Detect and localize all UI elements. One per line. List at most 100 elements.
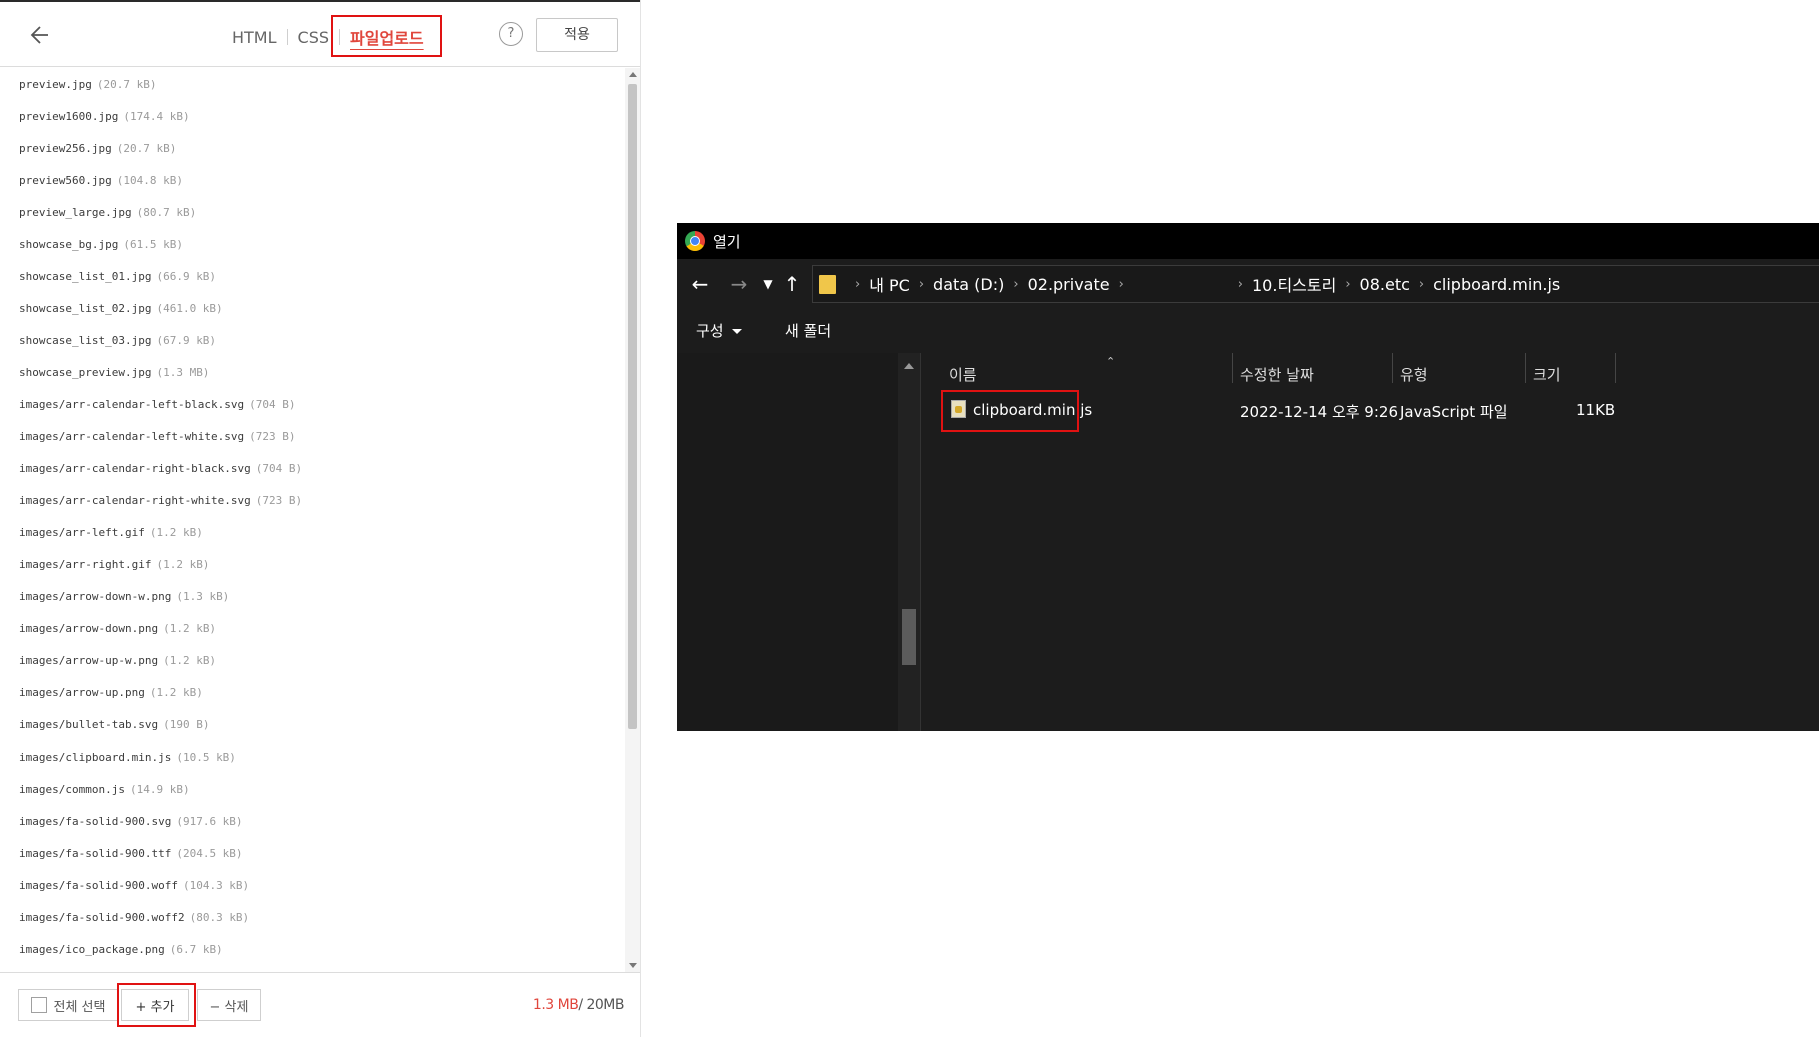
tab-css[interactable]: CSS xyxy=(288,28,339,47)
list-item[interactable]: preview1600.jpg (174.4 kB) xyxy=(0,100,625,132)
help-icon[interactable]: ? xyxy=(499,22,523,46)
file-modified: 2022-12-14 오후 9:26 xyxy=(1240,403,1398,421)
list-item[interactable]: preview256.jpg (20.7 kB) xyxy=(0,132,625,164)
list-item[interactable]: images/bullet-tab.svg (190 B) xyxy=(0,709,625,741)
chevron-right-icon[interactable]: › xyxy=(1419,277,1424,292)
file-name: images/bullet-tab.svg xyxy=(19,718,159,732)
file-name: preview_large.jpg xyxy=(19,205,132,219)
recent-locations-chevron-icon[interactable]: ▼ xyxy=(755,271,781,297)
scrollbar-thumb[interactable] xyxy=(628,84,637,729)
file-size: (67.9 kB) xyxy=(156,333,217,347)
new-folder-button[interactable]: 새 폴더 xyxy=(785,320,831,341)
list-item[interactable]: images/arr-calendar-left-black.svg (704 B… xyxy=(0,388,625,420)
address-bar[interactable]: › 내 PC › data (D:) › 02.private › › 10.티… xyxy=(812,265,1819,303)
chevron-right-icon[interactable]: › xyxy=(1345,277,1350,292)
file-size: (6.7 kB) xyxy=(169,942,223,956)
list-item[interactable]: images/arr-right.gif (1.2 kB) xyxy=(0,549,625,581)
file-name: images/ico_package.png xyxy=(19,942,165,956)
list-item[interactable]: images/fa-solid-900.woff (104.3 kB) xyxy=(0,869,625,901)
file-size: (20.7 kB) xyxy=(96,77,157,91)
file-name: images/fa-solid-900.woff xyxy=(19,878,178,892)
list-item[interactable]: images/arrow-up-w.png (1.2 kB) xyxy=(0,645,625,677)
tab-file-upload[interactable]: 파일업로드 xyxy=(340,25,434,49)
chevron-right-icon[interactable]: › xyxy=(919,277,924,292)
list-item[interactable]: preview560.jpg (104.8 kB) xyxy=(0,164,625,196)
list-item[interactable]: images/arrow-down.png (1.2 kB) xyxy=(0,613,625,645)
breadcrumb-drive[interactable]: data (D:) xyxy=(933,275,1004,294)
column-modified[interactable]: 수정한 날짜 xyxy=(1240,364,1314,385)
file-name: images/common.js xyxy=(19,782,125,796)
column-size[interactable]: 크기 xyxy=(1533,364,1561,385)
add-file-button[interactable]: + 추가 xyxy=(121,989,189,1021)
file-size: (80.7 kB) xyxy=(136,205,197,219)
file-name: showcase_list_01.jpg xyxy=(19,269,152,283)
list-item[interactable]: images/arr-calendar-left-white.svg (723 B… xyxy=(0,421,625,453)
chevron-right-icon[interactable]: › xyxy=(1013,277,1018,292)
scroll-down-icon[interactable] xyxy=(629,963,637,968)
file-row[interactable]: clipboard.min.js 2022-12-14 오후 9:26 Java… xyxy=(921,393,1819,427)
apply-button[interactable]: 적용 xyxy=(536,18,618,52)
column-divider[interactable] xyxy=(1392,353,1393,383)
up-folder-icon[interactable]: ↑ xyxy=(779,271,805,297)
column-type[interactable]: 유형 xyxy=(1400,364,1428,385)
panel-footer: 전체 선택 + 추가 − 삭제 1.3 MB/ 20MB xyxy=(0,972,640,1038)
scrollbar-thumb[interactable] xyxy=(902,609,916,665)
file-name: images/arr-right.gif xyxy=(19,558,152,572)
chevron-right-icon[interactable]: › xyxy=(1119,277,1124,292)
chevron-right-icon[interactable]: › xyxy=(1238,277,1243,292)
list-item[interactable]: images/common.js (14.9 kB) xyxy=(0,773,625,805)
forward-nav-icon[interactable]: → xyxy=(726,271,752,297)
list-item[interactable]: preview_large.jpg (80.7 kB) xyxy=(0,196,625,228)
list-item[interactable]: showcase_preview.jpg (1.3 MB) xyxy=(0,356,625,388)
breadcrumb-etc[interactable]: 08.etc xyxy=(1360,275,1410,294)
column-name[interactable]: 이름 xyxy=(949,364,977,385)
scroll-up-icon[interactable] xyxy=(904,363,914,369)
organize-menu[interactable]: 구성 xyxy=(696,320,742,341)
chevron-right-icon[interactable]: › xyxy=(855,277,860,292)
file-name: images/arr-left.gif xyxy=(19,526,145,540)
list-item[interactable]: images/fa-solid-900.woff2 (80.3 kB) xyxy=(0,901,625,933)
select-all-label: 전체 선택 xyxy=(53,999,106,1015)
file-size: (723 B) xyxy=(249,430,296,444)
list-item[interactable]: images/arrow-down-w.png (1.3 kB) xyxy=(0,581,625,613)
navigation-pane[interactable] xyxy=(677,353,898,731)
list-item[interactable]: preview.jpg (20.7 kB) xyxy=(0,68,625,100)
list-item[interactable]: showcase_list_03.jpg (67.9 kB) xyxy=(0,324,625,356)
list-item[interactable]: showcase_bg.jpg (61.5 kB) xyxy=(0,228,625,260)
breadcrumb-tistory[interactable]: 10.티스토리 xyxy=(1252,272,1336,296)
delete-file-button[interactable]: − 삭제 xyxy=(197,989,261,1021)
list-item[interactable]: images/fa-solid-900.ttf (204.5 kB) xyxy=(0,837,625,869)
javascript-file-icon xyxy=(951,400,966,418)
list-item[interactable]: images/clipboard.min.js (10.5 kB) xyxy=(0,741,625,773)
file-name: images/arr-calendar-left-black.svg xyxy=(19,397,245,411)
column-divider[interactable] xyxy=(1232,353,1233,383)
file-list-scrollbar[interactable] xyxy=(625,68,640,972)
list-item[interactable]: images/arr-calendar-right-white.svg (723 … xyxy=(0,485,625,517)
list-item[interactable]: images/arr-left.gif (1.2 kB) xyxy=(0,517,625,549)
list-item[interactable]: images/arr-calendar-right-black.svg (704 … xyxy=(0,453,625,485)
navigation-pane-scrollbar[interactable] xyxy=(898,353,920,731)
select-all-button[interactable]: 전체 선택 xyxy=(18,989,118,1021)
breadcrumb-private[interactable]: 02.private xyxy=(1028,275,1110,294)
storage-quota: 1.3 MB/ 20MB xyxy=(533,997,625,1013)
list-item[interactable]: images/arrow-up.png (1.2 kB) xyxy=(0,677,625,709)
list-item[interactable]: images/fa-solid-900.svg (917.6 kB) xyxy=(0,805,625,837)
file-size: (1.2 kB) xyxy=(149,686,203,700)
file-size: (1.3 kB) xyxy=(176,590,230,604)
back-nav-icon[interactable]: ← xyxy=(687,271,713,297)
file-name: images/arr-calendar-right-black.svg xyxy=(19,462,251,476)
back-arrow-icon[interactable] xyxy=(26,20,58,50)
breadcrumb-file[interactable]: clipboard.min.js xyxy=(1433,275,1560,294)
file-name: images/arrow-down-w.png xyxy=(19,590,172,604)
file-name: showcase_bg.jpg xyxy=(19,237,119,251)
list-item[interactable]: showcase_list_01.jpg (66.9 kB) xyxy=(0,260,625,292)
list-item[interactable]: images/ico_package.png (6.7 kB) xyxy=(0,933,625,965)
file-name: preview1600.jpg xyxy=(19,109,119,123)
tab-html[interactable]: HTML xyxy=(222,28,287,47)
scroll-up-icon[interactable] xyxy=(629,72,637,77)
checkbox-icon[interactable] xyxy=(30,997,47,1013)
column-divider[interactable] xyxy=(1525,353,1526,383)
list-item[interactable]: showcase_list_02.jpg (461.0 kB) xyxy=(0,292,625,324)
column-divider[interactable] xyxy=(1615,353,1616,383)
breadcrumb-my-pc[interactable]: 내 PC xyxy=(869,272,910,296)
